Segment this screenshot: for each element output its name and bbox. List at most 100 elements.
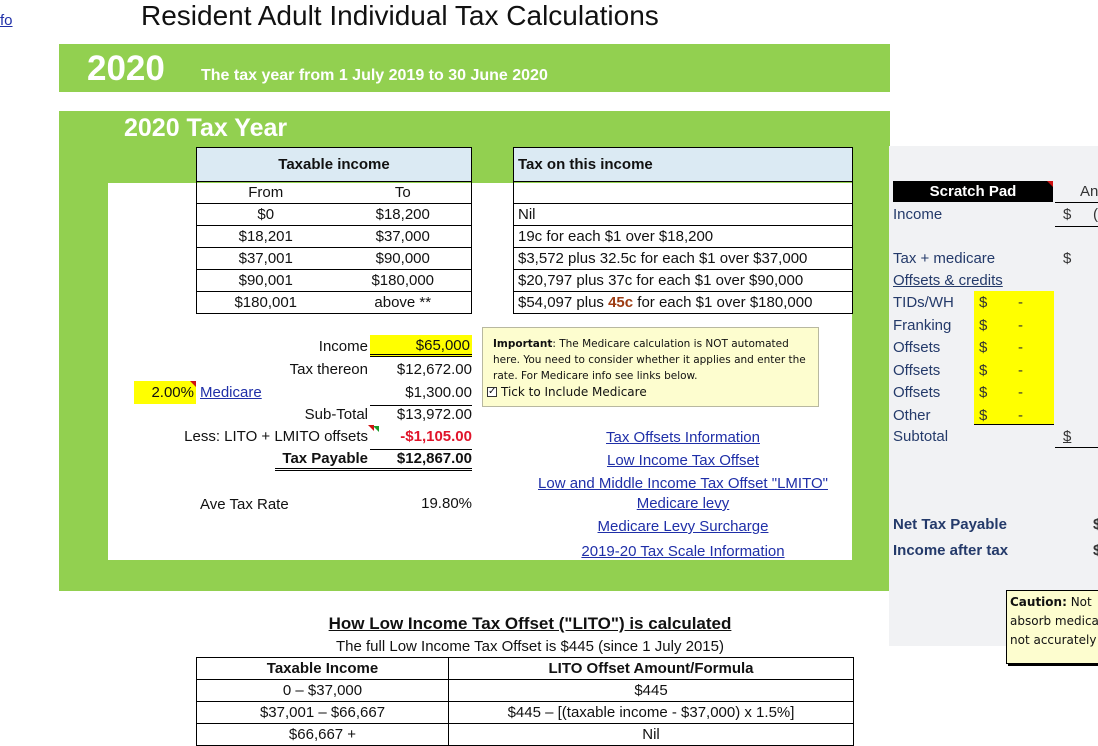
tax-cell: $3,572 plus 32.5c for each $1 over $37,0… <box>513 247 853 270</box>
lito-income-cell: $37,001 – $66,667 <box>196 701 449 724</box>
lito-col-formula: LITO Offset Amount/Formula <box>448 657 854 680</box>
lito-formula-cell: $445 <box>448 679 854 702</box>
table-row: 0 – $37,000 $445 <box>196 679 854 702</box>
sp-item-value[interactable]: - <box>1018 384 1023 401</box>
sp-item-value[interactable]: - <box>1018 317 1023 334</box>
banner-subtitle: The tax year from 1 July 2019 to 30 June… <box>201 67 548 84</box>
sp-item-label: Offsets <box>893 361 941 379</box>
medicare-note: Important: The Medicare calculation is N… <box>482 327 819 407</box>
scratch-pad-title: Scratch Pad <box>893 181 1053 202</box>
offsets-value: -$1,105.00 <box>370 428 472 450</box>
caution-text: absorb medica <box>1010 614 1098 628</box>
include-medicare-checkbox[interactable]: ✓ Tick to Include Medicare <box>487 384 808 400</box>
amount-header: An <box>1080 183 1098 200</box>
lito-link[interactable]: Low Income Tax Offset <box>607 452 759 469</box>
tax-offsets-link[interactable]: Tax Offsets Information <box>606 429 760 446</box>
tax-cell: Nil <box>513 203 853 226</box>
lmito-link[interactable]: Low and Middle Income Tax Offset "LMITO" <box>538 475 828 492</box>
lito-subtitle: The full Low Income Tax Offset is $445 (… <box>336 638 724 655</box>
from-cell: $180,001 <box>196 291 335 314</box>
checkbox-icon[interactable]: ✓ <box>487 387 497 397</box>
table-row: $54,097 plus 45c for each $1 over $180,0… <box>513 291 853 314</box>
tax-payable-value: $12,867.00 <box>396 450 472 467</box>
from-cell: $18,201 <box>196 225 335 248</box>
tax-cell: 19c for each $1 over $18,200 <box>513 225 853 248</box>
comment-indicator-icon[interactable] <box>1047 181 1053 187</box>
sp-item-label: Franking <box>893 316 952 334</box>
medicare-rate-input[interactable]: 2.00% <box>134 381 196 404</box>
sp-item-label: Offsets <box>893 384 941 401</box>
to-cell: $37,000 <box>334 225 472 248</box>
info-link[interactable]: fo <box>0 12 13 29</box>
income-input[interactable]: $65,000 <box>370 335 472 357</box>
income-after-tax-dollar: $ <box>1093 542 1098 559</box>
page-title: Resident Adult Individual Tax Calculatio… <box>141 0 659 31</box>
tax-text: $54,097 plus <box>518 294 609 311</box>
header-rule <box>1055 202 1098 203</box>
table-row: $37,001 – $66,667 $445 – [(taxable income… <box>196 701 854 724</box>
sp-item-dollar: $ <box>979 361 988 379</box>
sp-income-label: Income <box>893 206 943 223</box>
blank-cell <box>513 181 853 204</box>
ave-rate-label: Ave Tax Rate <box>200 496 289 513</box>
caution-note: Caution: Not absorb medica not accuratel… <box>1006 590 1098 664</box>
sp-income-value[interactable]: ( <box>1093 206 1098 223</box>
lito-formula-cell: $445 – [(taxable income - $37,000) x 1.5… <box>448 701 854 724</box>
caution-text: not accurately <box>1010 633 1097 647</box>
sp-item-dollar: $ <box>979 339 988 356</box>
medicare-surcharge-link[interactable]: Medicare Levy Surcharge <box>598 518 769 535</box>
to-cell: $18,200 <box>334 203 472 226</box>
subtotal-label: Sub-Total <box>304 406 368 423</box>
lito-title: How Low Income Tax Offset ("LITO") is ca… <box>328 614 732 633</box>
sp-item-label: TIDs/WH <box>893 294 954 311</box>
sp-item-dollar: $ <box>979 384 988 401</box>
sp-item-dollar: $ <box>979 294 988 311</box>
lito-income-cell: 0 – $37,000 <box>196 679 449 702</box>
taxable-income-table: Taxable income From To $0 $18,200 $18,201… <box>196 147 472 314</box>
to-cell: above ** <box>334 291 472 314</box>
net-tax-dollar: $ <box>1093 516 1098 533</box>
top-rate-highlight: 45c <box>608 294 634 311</box>
sp-item-value[interactable]: - <box>1018 294 1023 311</box>
medicare-levy-link[interactable]: Medicare levy <box>637 495 730 512</box>
sp-item-label: Other <box>893 406 931 424</box>
comment-indicator-icon[interactable] <box>190 381 196 387</box>
caution-text: Not <box>1066 595 1092 609</box>
taxable-income-header: Taxable income <box>196 147 472 182</box>
sp-item-value[interactable]: - <box>1018 362 1023 379</box>
info-links: Tax Offsets Information Low Income Tax O… <box>510 426 856 563</box>
col-to: To <box>334 181 472 204</box>
from-cell: $0 <box>196 203 335 226</box>
sp-item-label: Offsets <box>893 339 941 356</box>
table-row: $90,001 $180,000 <box>196 269 472 292</box>
subtotal-rule <box>1055 447 1098 448</box>
from-cell: $90,001 <box>196 269 335 292</box>
table-row: $37,001 $90,000 <box>196 247 472 270</box>
sp-item-dollar: $ <box>979 406 988 424</box>
sp-offsets-credits-label: Offsets & credits <box>893 272 1003 289</box>
sp-item-value[interactable]: - <box>1018 339 1023 356</box>
income-after-tax-label: Income after tax <box>893 542 1009 559</box>
table-row: $3,572 plus 32.5c for each $1 over $37,0… <box>513 247 853 270</box>
medicare-value: $1,300.00 <box>370 384 472 406</box>
medicare-link[interactable]: Medicare <box>200 384 262 401</box>
lito-col-income: Taxable Income <box>196 657 449 680</box>
tax-text: for each $1 over $180,000 <box>633 294 813 311</box>
net-tax-label: Net Tax Payable <box>893 516 1007 533</box>
sp-offsets-input-area[interactable] <box>974 291 1054 425</box>
from-cell: $37,001 <box>196 247 335 270</box>
sp-income-dollar: $ <box>1063 206 1072 223</box>
sp-item-value[interactable]: - <box>1018 407 1023 424</box>
lito-table: Taxable Income LITO Offset Amount/Formul… <box>196 657 854 746</box>
table-row: $18,201 $37,000 <box>196 225 472 248</box>
tax-scale-link[interactable]: 2019-20 Tax Scale Information <box>581 543 784 560</box>
to-cell: $90,000 <box>334 247 472 270</box>
tax-cell: $54,097 plus 45c for each $1 over $180,0… <box>513 291 853 314</box>
table-row: $20,797 plus 37c for each $1 over $90,00… <box>513 269 853 292</box>
table-row: $180,001 above ** <box>196 291 472 314</box>
checkbox-label[interactable]: Tick to Include Medicare <box>501 384 647 400</box>
ave-rate-value: 19.80% <box>421 495 472 512</box>
col-from: From <box>196 181 335 204</box>
income-label: Income <box>318 338 368 355</box>
income-rule <box>1055 226 1098 227</box>
